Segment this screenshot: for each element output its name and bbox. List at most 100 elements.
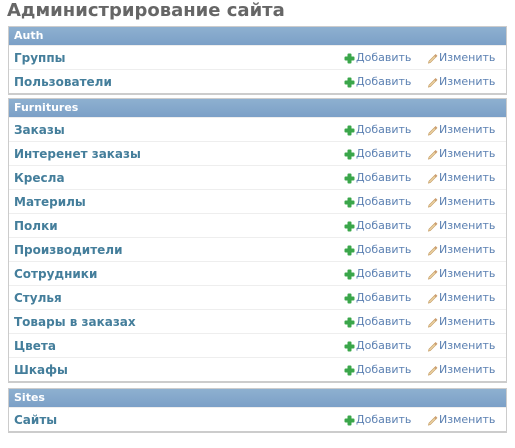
add-label: Добавить bbox=[356, 413, 412, 426]
model-link[interactable]: Сотрудники bbox=[14, 262, 97, 286]
pencil-icon bbox=[427, 53, 438, 64]
add-link[interactable]: Добавить bbox=[344, 408, 411, 432]
add-label: Добавить bbox=[356, 123, 412, 136]
change-link[interactable]: Изменить bbox=[427, 310, 495, 334]
change-link[interactable]: Изменить bbox=[427, 46, 495, 70]
model-link[interactable]: Кресла bbox=[14, 166, 65, 190]
add-label: Добавить bbox=[356, 75, 412, 88]
change-link[interactable]: Изменить bbox=[427, 190, 495, 214]
model-link[interactable]: Заказы bbox=[14, 118, 65, 142]
change-link[interactable]: Изменить bbox=[427, 214, 495, 238]
add-link[interactable]: Добавить bbox=[344, 142, 411, 166]
change-label: Изменить bbox=[439, 243, 496, 256]
pencil-icon bbox=[427, 317, 438, 328]
plus-icon bbox=[344, 173, 355, 184]
add-link[interactable]: Добавить bbox=[344, 46, 411, 70]
plus-icon bbox=[344, 293, 355, 304]
table-row: Материлы Добавить Изменить bbox=[9, 189, 506, 213]
add-link[interactable]: Добавить bbox=[344, 214, 411, 238]
pencil-icon bbox=[427, 173, 438, 184]
change-label: Изменить bbox=[439, 147, 496, 160]
module-caption[interactable]: Furnitures bbox=[9, 99, 506, 117]
plus-icon bbox=[344, 125, 355, 136]
change-link[interactable]: Изменить bbox=[427, 334, 495, 358]
pencil-icon bbox=[427, 125, 438, 136]
change-label: Изменить bbox=[439, 339, 496, 352]
table-row: Полки Добавить Изменить bbox=[9, 213, 506, 237]
table-row: Цвета Добавить Изменить bbox=[9, 333, 506, 357]
table-row: Сайты Добавить Изменить bbox=[9, 407, 506, 431]
change-link[interactable]: Изменить bbox=[427, 262, 495, 286]
change-link[interactable]: Изменить bbox=[427, 238, 495, 262]
model-link[interactable]: Сайты bbox=[14, 408, 57, 432]
plus-icon bbox=[344, 245, 355, 256]
add-link[interactable]: Добавить bbox=[344, 358, 411, 382]
table-row: Группы Добавить Изменить bbox=[9, 45, 506, 69]
plus-icon bbox=[344, 149, 355, 160]
add-link[interactable]: Добавить bbox=[344, 118, 411, 142]
model-link[interactable]: Цвета bbox=[14, 334, 56, 358]
model-link[interactable]: Интеренет заказы bbox=[14, 142, 141, 166]
model-link[interactable]: Материлы bbox=[14, 190, 86, 214]
change-link[interactable]: Изменить bbox=[427, 286, 495, 310]
change-label: Изменить bbox=[439, 219, 496, 232]
pencil-icon bbox=[427, 365, 438, 376]
table-row: Товары в заказах Добавить Изменить bbox=[9, 309, 506, 333]
plus-icon bbox=[344, 269, 355, 280]
add-link[interactable]: Добавить bbox=[344, 310, 411, 334]
change-link[interactable]: Изменить bbox=[427, 166, 495, 190]
table-row: Шкафы Добавить Изменить bbox=[9, 357, 506, 381]
plus-icon bbox=[344, 341, 355, 352]
change-label: Изменить bbox=[439, 51, 496, 64]
change-link[interactable]: Изменить bbox=[427, 70, 495, 94]
add-label: Добавить bbox=[356, 363, 412, 376]
change-link[interactable]: Изменить bbox=[427, 142, 495, 166]
table-row: Производители Добавить Изменить bbox=[9, 237, 506, 261]
pencil-icon bbox=[427, 293, 438, 304]
add-label: Добавить bbox=[356, 171, 412, 184]
change-label: Изменить bbox=[439, 363, 496, 376]
table-row: Интеренет заказы Добавить Изменить bbox=[9, 141, 506, 165]
add-link[interactable]: Добавить bbox=[344, 190, 411, 214]
module-caption[interactable]: Sites bbox=[9, 389, 506, 407]
change-label: Изменить bbox=[439, 123, 496, 136]
table-row: Пользователи Добавить Изменить bbox=[9, 69, 506, 93]
change-link[interactable]: Изменить bbox=[427, 358, 495, 382]
plus-icon bbox=[344, 317, 355, 328]
add-label: Добавить bbox=[356, 291, 412, 304]
table-row: Заказы Добавить Изменить bbox=[9, 117, 506, 141]
model-link[interactable]: Товары в заказах bbox=[14, 310, 136, 334]
model-link[interactable]: Производители bbox=[14, 238, 123, 262]
plus-icon bbox=[344, 415, 355, 426]
model-link[interactable]: Пользователи bbox=[14, 70, 112, 94]
pencil-icon bbox=[427, 197, 438, 208]
add-link[interactable]: Добавить bbox=[344, 166, 411, 190]
change-label: Изменить bbox=[439, 75, 496, 88]
change-link[interactable]: Изменить bbox=[427, 118, 495, 142]
add-label: Добавить bbox=[356, 51, 412, 64]
plus-icon bbox=[344, 77, 355, 88]
pencil-icon bbox=[427, 77, 438, 88]
model-link[interactable]: Шкафы bbox=[14, 358, 68, 382]
model-link[interactable]: Группы bbox=[14, 46, 66, 70]
change-label: Изменить bbox=[439, 267, 496, 280]
add-link[interactable]: Добавить bbox=[344, 238, 411, 262]
change-label: Изменить bbox=[439, 195, 496, 208]
pencil-icon bbox=[427, 341, 438, 352]
model-link[interactable]: Стулья bbox=[14, 286, 62, 310]
change-link[interactable]: Изменить bbox=[427, 408, 495, 432]
module-caption[interactable]: Auth bbox=[9, 27, 506, 45]
table-row: Стулья Добавить Изменить bbox=[9, 285, 506, 309]
page-title: Администрирование сайта bbox=[7, 0, 285, 21]
add-link[interactable]: Добавить bbox=[344, 70, 411, 94]
add-link[interactable]: Добавить bbox=[344, 334, 411, 358]
change-label: Изменить bbox=[439, 413, 496, 426]
plus-icon bbox=[344, 365, 355, 376]
table-row: Кресла Добавить Изменить bbox=[9, 165, 506, 189]
add-link[interactable]: Добавить bbox=[344, 262, 411, 286]
pencil-icon bbox=[427, 245, 438, 256]
pencil-icon bbox=[427, 269, 438, 280]
pencil-icon bbox=[427, 221, 438, 232]
model-link[interactable]: Полки bbox=[14, 214, 58, 238]
add-link[interactable]: Добавить bbox=[344, 286, 411, 310]
